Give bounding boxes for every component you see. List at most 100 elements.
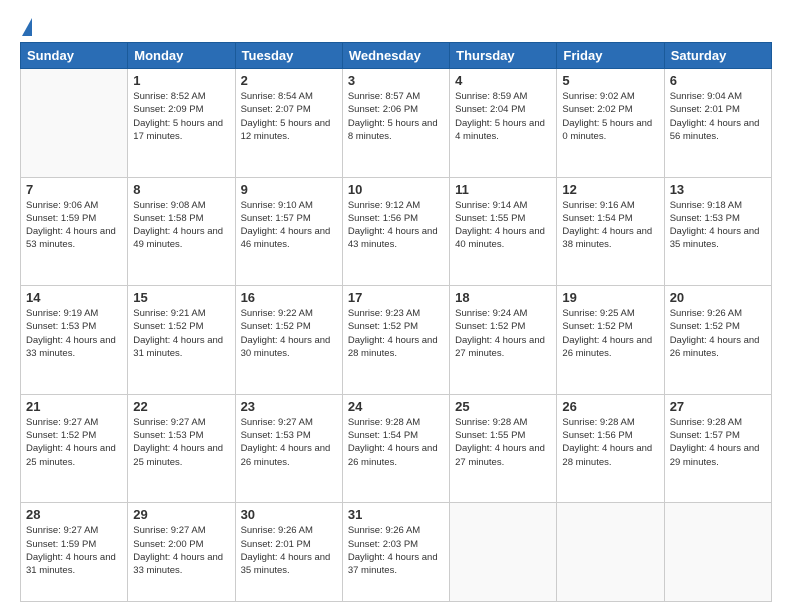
calendar-cell	[664, 503, 771, 602]
calendar-cell: 16 Sunrise: 9:22 AM Sunset: 1:52 PM Dayli…	[235, 286, 342, 395]
day-info: Sunrise: 9:22 AM Sunset: 1:52 PM Dayligh…	[241, 307, 337, 360]
calendar-cell: 30Sunrise: 9:26 AM Sunset: 2:01 PM Dayli…	[235, 503, 342, 602]
day-number: 7	[26, 182, 122, 197]
calendar-cell: 2Sunrise: 8:54 AM Sunset: 2:07 PM Daylig…	[235, 69, 342, 178]
calendar-day-header: Wednesday	[342, 43, 449, 69]
day-number: 8	[133, 182, 229, 197]
calendar-cell	[557, 503, 664, 602]
calendar-header-row: SundayMondayTuesdayWednesdayThursdayFrid…	[21, 43, 772, 69]
day-info: Sunrise: 9:27 AM Sunset: 1:59 PM Dayligh…	[26, 524, 122, 577]
day-info: Sunrise: 9:25 AM Sunset: 1:52 PM Dayligh…	[562, 307, 658, 360]
day-info: Sunrise: 9:14 AM Sunset: 1:55 PM Dayligh…	[455, 199, 551, 252]
calendar-day-header: Thursday	[450, 43, 557, 69]
day-number: 9	[241, 182, 337, 197]
day-info: Sunrise: 9:10 AM Sunset: 1:57 PM Dayligh…	[241, 199, 337, 252]
calendar-week-row: 7 Sunrise: 9:06 AM Sunset: 1:59 PM Daylig…	[21, 177, 772, 286]
day-info: Sunrise: 8:57 AM Sunset: 2:06 PM Dayligh…	[348, 90, 444, 143]
day-number: 28	[26, 507, 122, 522]
calendar-cell: 10 Sunrise: 9:12 AM Sunset: 1:56 PM Dayli…	[342, 177, 449, 286]
day-number: 26	[562, 399, 658, 414]
calendar-cell: 14 Sunrise: 9:19 AM Sunset: 1:53 PM Dayli…	[21, 286, 128, 395]
day-number: 21	[26, 399, 122, 414]
logo-text	[20, 16, 32, 34]
day-info: Sunrise: 9:27 AM Sunset: 1:53 PM Dayligh…	[133, 416, 229, 469]
day-number: 5	[562, 73, 658, 88]
calendar-cell: 13 Sunrise: 9:18 AM Sunset: 1:53 PM Dayli…	[664, 177, 771, 286]
calendar-cell	[21, 69, 128, 178]
calendar-cell: 5Sunrise: 9:02 AM Sunset: 2:02 PM Daylig…	[557, 69, 664, 178]
calendar-cell: 8 Sunrise: 9:08 AM Sunset: 1:58 PM Daylig…	[128, 177, 235, 286]
day-number: 29	[133, 507, 229, 522]
day-info: Sunrise: 9:06 AM Sunset: 1:59 PM Dayligh…	[26, 199, 122, 252]
day-number: 11	[455, 182, 551, 197]
day-info: Sunrise: 9:27 AM Sunset: 1:53 PM Dayligh…	[241, 416, 337, 469]
logo	[20, 16, 32, 34]
calendar-cell: 29 Sunrise: 9:27 AM Sunset: 2:00 PM Dayli…	[128, 503, 235, 602]
calendar-cell: 4 Sunrise: 8:59 AM Sunset: 2:04 PM Daylig…	[450, 69, 557, 178]
day-number: 31	[348, 507, 444, 522]
day-info: Sunrise: 9:12 AM Sunset: 1:56 PM Dayligh…	[348, 199, 444, 252]
day-number: 3	[348, 73, 444, 88]
day-info: Sunrise: 9:21 AM Sunset: 1:52 PM Dayligh…	[133, 307, 229, 360]
calendar-day-header: Tuesday	[235, 43, 342, 69]
day-number: 25	[455, 399, 551, 414]
day-info: Sunrise: 9:26 AM Sunset: 2:03 PM Dayligh…	[348, 524, 444, 577]
day-number: 22	[133, 399, 229, 414]
calendar-day-header: Saturday	[664, 43, 771, 69]
day-number: 17	[348, 290, 444, 305]
logo-icon	[22, 18, 32, 36]
day-info: Sunrise: 9:24 AM Sunset: 1:52 PM Dayligh…	[455, 307, 551, 360]
calendar-table: SundayMondayTuesdayWednesdayThursdayFrid…	[20, 42, 772, 602]
day-number: 30	[241, 507, 337, 522]
day-info: Sunrise: 8:59 AM Sunset: 2:04 PM Dayligh…	[455, 90, 551, 143]
day-number: 4	[455, 73, 551, 88]
day-info: Sunrise: 9:28 AM Sunset: 1:55 PM Dayligh…	[455, 416, 551, 469]
calendar-cell: 7 Sunrise: 9:06 AM Sunset: 1:59 PM Daylig…	[21, 177, 128, 286]
day-info: Sunrise: 8:52 AM Sunset: 2:09 PM Dayligh…	[133, 90, 229, 143]
calendar-week-row: 28 Sunrise: 9:27 AM Sunset: 1:59 PM Dayli…	[21, 503, 772, 602]
calendar-week-row: 14 Sunrise: 9:19 AM Sunset: 1:53 PM Dayli…	[21, 286, 772, 395]
day-info: Sunrise: 9:27 AM Sunset: 1:52 PM Dayligh…	[26, 416, 122, 469]
calendar-cell: 31 Sunrise: 9:26 AM Sunset: 2:03 PM Dayli…	[342, 503, 449, 602]
day-number: 24	[348, 399, 444, 414]
calendar-cell: 22 Sunrise: 9:27 AM Sunset: 1:53 PM Dayli…	[128, 394, 235, 503]
calendar-day-header: Monday	[128, 43, 235, 69]
day-number: 20	[670, 290, 766, 305]
day-info: Sunrise: 9:28 AM Sunset: 1:56 PM Dayligh…	[562, 416, 658, 469]
page: SundayMondayTuesdayWednesdayThursdayFrid…	[0, 0, 792, 612]
day-info: Sunrise: 9:08 AM Sunset: 1:58 PM Dayligh…	[133, 199, 229, 252]
day-number: 19	[562, 290, 658, 305]
day-number: 14	[26, 290, 122, 305]
calendar-cell: 19 Sunrise: 9:25 AM Sunset: 1:52 PM Dayli…	[557, 286, 664, 395]
calendar-cell: 15 Sunrise: 9:21 AM Sunset: 1:52 PM Dayli…	[128, 286, 235, 395]
day-number: 23	[241, 399, 337, 414]
calendar-cell: 17 Sunrise: 9:23 AM Sunset: 1:52 PM Dayli…	[342, 286, 449, 395]
day-info: Sunrise: 9:23 AM Sunset: 1:52 PM Dayligh…	[348, 307, 444, 360]
day-number: 15	[133, 290, 229, 305]
calendar-cell	[450, 503, 557, 602]
day-info: Sunrise: 9:26 AM Sunset: 1:52 PM Dayligh…	[670, 307, 766, 360]
calendar-cell: 21 Sunrise: 9:27 AM Sunset: 1:52 PM Dayli…	[21, 394, 128, 503]
header	[20, 16, 772, 34]
day-number: 13	[670, 182, 766, 197]
day-number: 10	[348, 182, 444, 197]
day-number: 2	[241, 73, 337, 88]
calendar-cell: 20 Sunrise: 9:26 AM Sunset: 1:52 PM Dayli…	[664, 286, 771, 395]
calendar-cell: 1 Sunrise: 8:52 AM Sunset: 2:09 PM Daylig…	[128, 69, 235, 178]
day-info: Sunrise: 9:18 AM Sunset: 1:53 PM Dayligh…	[670, 199, 766, 252]
calendar-cell: 6Sunrise: 9:04 AM Sunset: 2:01 PM Daylig…	[664, 69, 771, 178]
calendar-cell: 3 Sunrise: 8:57 AM Sunset: 2:06 PM Daylig…	[342, 69, 449, 178]
day-info: Sunrise: 9:04 AM Sunset: 2:01 PM Dayligh…	[670, 90, 766, 143]
calendar-cell: 11 Sunrise: 9:14 AM Sunset: 1:55 PM Dayli…	[450, 177, 557, 286]
calendar-cell: 28 Sunrise: 9:27 AM Sunset: 1:59 PM Dayli…	[21, 503, 128, 602]
calendar-cell: 26 Sunrise: 9:28 AM Sunset: 1:56 PM Dayli…	[557, 394, 664, 503]
calendar-cell: 9 Sunrise: 9:10 AM Sunset: 1:57 PM Daylig…	[235, 177, 342, 286]
calendar-cell: 27Sunrise: 9:28 AM Sunset: 1:57 PM Dayli…	[664, 394, 771, 503]
calendar-cell: 23 Sunrise: 9:27 AM Sunset: 1:53 PM Dayli…	[235, 394, 342, 503]
day-info: Sunrise: 9:19 AM Sunset: 1:53 PM Dayligh…	[26, 307, 122, 360]
calendar-week-row: 1 Sunrise: 8:52 AM Sunset: 2:09 PM Daylig…	[21, 69, 772, 178]
day-info: Sunrise: 9:27 AM Sunset: 2:00 PM Dayligh…	[133, 524, 229, 577]
calendar-cell: 24Sunrise: 9:28 AM Sunset: 1:54 PM Dayli…	[342, 394, 449, 503]
day-number: 16	[241, 290, 337, 305]
day-number: 1	[133, 73, 229, 88]
